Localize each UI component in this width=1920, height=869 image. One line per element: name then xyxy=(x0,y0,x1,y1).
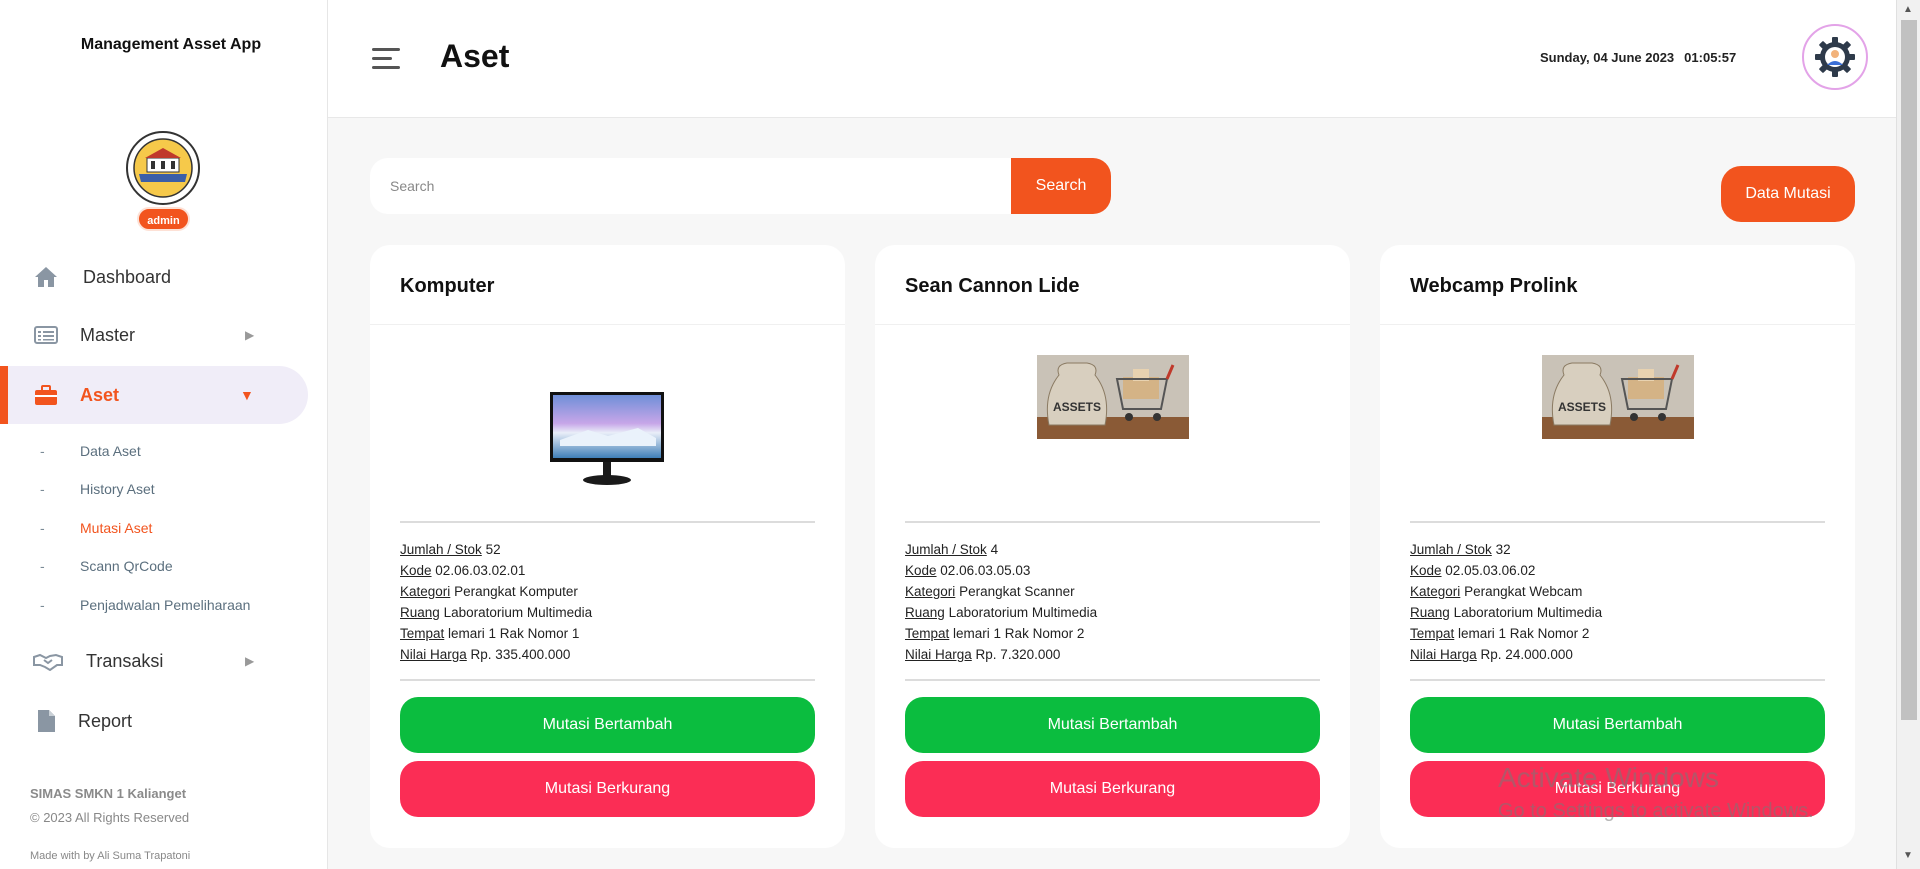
detail-ruang: Ruang Laboratorium Multimedia xyxy=(1410,605,1603,620)
sidebar-item-label: Aset xyxy=(80,384,120,405)
assets-bag-image: ASSETS xyxy=(1542,355,1694,439)
asset-details: Jumlah / Stok 32 Kode 02.05.03.06.02 Kat… xyxy=(1410,539,1602,665)
asset-card: Sean Cannon Lide ASSETS Jumlah / Stok 4 … xyxy=(875,245,1350,848)
search-input[interactable] xyxy=(370,158,1013,214)
card-title: Sean Cannon Lide xyxy=(905,275,1080,297)
footer-copyright: © 2023 All Rights Reserved xyxy=(30,810,190,825)
detail-nilai: Nilai Harga Rp. 7.320.000 xyxy=(905,647,1061,662)
top-header: Aset Sunday, 04 June 2023 01:05:57 xyxy=(328,0,1896,118)
footer-made-with: Made with by Ali Suma Trapatoni xyxy=(30,850,191,862)
detail-jumlah: Jumlah / Stok 4 xyxy=(905,542,999,557)
detail-ruang: Ruang Laboratorium Multimedia xyxy=(400,605,593,620)
vertical-scrollbar[interactable]: ▲ ▼ xyxy=(1896,0,1920,869)
mutasi-berkurang-button[interactable]: Mutasi Berkurang xyxy=(1410,761,1825,817)
sidebar: Management Asset App admin Dashboard Mas… xyxy=(0,0,328,869)
data-mutasi-button[interactable]: Data Mutasi xyxy=(1721,166,1855,222)
avatar[interactable] xyxy=(1802,24,1868,90)
sidebar-item-master[interactable]: Master ▶ xyxy=(0,306,328,364)
search-button[interactable]: Search xyxy=(1011,158,1111,214)
chevron-down-icon: ▼ xyxy=(240,387,254,403)
card-title: Webcamp Prolink xyxy=(1410,275,1578,297)
briefcase-icon xyxy=(33,382,59,408)
hamburger-menu-icon[interactable] xyxy=(372,48,400,72)
detail-ruang: Ruang Laboratorium Multimedia xyxy=(905,605,1098,620)
submenu-label: Penjadwalan Pemeliharaan xyxy=(80,597,251,613)
detail-tempat: Tempat lemari 1 Rak Nomor 2 xyxy=(1410,626,1590,641)
submenu-label: Mutasi Aset xyxy=(80,520,153,536)
detail-tempat: Tempat lemari 1 Rak Nomor 1 xyxy=(400,626,580,641)
svg-text:ASSETS: ASSETS xyxy=(1558,400,1606,414)
mutasi-bertambah-button[interactable]: Mutasi Bertambah xyxy=(1410,697,1825,753)
divider xyxy=(905,521,1320,523)
asset-card: Komputer Jumlah / Stok 52 Kode 02.06.03.… xyxy=(370,245,845,848)
list-icon xyxy=(33,322,59,348)
mutasi-bertambah-button[interactable]: Mutasi Bertambah xyxy=(400,697,815,753)
detail-kode: Kode 02.06.03.05.03 xyxy=(905,563,1031,578)
asset-details: Jumlah / Stok 52 Kode 02.06.03.02.01 Kat… xyxy=(400,539,592,665)
monitor-image xyxy=(550,392,664,485)
scroll-thumb[interactable] xyxy=(1901,20,1917,720)
submenu-label: Data Aset xyxy=(80,443,141,459)
search-box xyxy=(370,158,1013,214)
sidebar-item-aset[interactable]: Aset ▼ xyxy=(0,366,308,424)
detail-nilai: Nilai Harga Rp. 335.400.000 xyxy=(400,647,571,662)
mutasi-berkurang-button[interactable]: Mutasi Berkurang xyxy=(905,761,1320,817)
scroll-down-icon[interactable]: ▼ xyxy=(1903,850,1913,861)
datetime-display: Sunday, 04 June 2023 01:05:57 xyxy=(1540,50,1736,65)
asset-card: Webcamp Prolink ASSETS Jumlah / Stok 32 … xyxy=(1380,245,1855,848)
detail-tempat: Tempat lemari 1 Rak Nomor 2 xyxy=(905,626,1085,641)
app-title: Management Asset App xyxy=(80,36,262,53)
detail-kode: Kode 02.05.03.06.02 xyxy=(1410,563,1536,578)
date-text: Sunday, 04 June 2023 xyxy=(1540,50,1675,65)
divider xyxy=(1410,521,1825,523)
mutasi-berkurang-button[interactable]: Mutasi Berkurang xyxy=(400,761,815,817)
sidebar-item-report[interactable]: Report xyxy=(0,692,328,750)
gear-user-icon xyxy=(1815,37,1855,77)
asset-details: Jumlah / Stok 4 Kode 02.06.03.05.03 Kate… xyxy=(905,539,1097,665)
school-logo xyxy=(126,131,200,205)
divider xyxy=(400,521,815,523)
card-title: Komputer xyxy=(400,275,495,297)
submenu-label: History Aset xyxy=(80,481,155,497)
sidebar-item-label: Report xyxy=(78,710,133,731)
detail-jumlah: Jumlah / Stok 32 xyxy=(1410,542,1511,557)
role-badge: admin xyxy=(137,207,190,231)
detail-kode: Kode 02.06.03.02.01 xyxy=(400,563,526,578)
detail-kategori: Kategori Perangkat Webcam xyxy=(1410,584,1583,599)
home-icon xyxy=(33,264,59,290)
sidebar-item-dashboard[interactable]: Dashboard xyxy=(0,248,328,306)
detail-jumlah: Jumlah / Stok 52 xyxy=(400,542,501,557)
divider xyxy=(905,679,1320,681)
page-title: Aset xyxy=(440,38,510,74)
divider xyxy=(400,679,815,681)
sidebar-item-label: Transaksi xyxy=(86,650,164,671)
divider xyxy=(1410,679,1825,681)
detail-kategori: Kategori Perangkat Komputer xyxy=(400,584,578,599)
chevron-right-icon: ▶ xyxy=(245,654,255,668)
detail-kategori: Kategori Perangkat Scanner xyxy=(905,584,1075,599)
divider xyxy=(370,324,845,325)
chevron-right-icon: ▶ xyxy=(245,328,255,342)
divider xyxy=(1380,324,1855,325)
footer-brand: SIMAS SMKN 1 Kalianget xyxy=(30,786,187,801)
time-text: 01:05:57 xyxy=(1684,50,1737,65)
submenu-label: Scann QrCode xyxy=(80,558,173,574)
svg-text:ASSETS: ASSETS xyxy=(1053,400,1101,414)
sidebar-item-label: Dashboard xyxy=(83,266,172,287)
file-icon xyxy=(33,708,59,734)
sidebar-item-label: Master xyxy=(80,324,136,345)
detail-nilai: Nilai Harga Rp. 24.000.000 xyxy=(1410,647,1573,662)
sidebar-item-transaksi[interactable]: Transaksi ▶ xyxy=(0,632,328,690)
divider xyxy=(875,324,1350,325)
mutasi-bertambah-button[interactable]: Mutasi Bertambah xyxy=(905,697,1320,753)
assets-bag-image: ASSETS xyxy=(1037,355,1189,439)
handshake-icon xyxy=(33,648,63,674)
scroll-up-icon[interactable]: ▲ xyxy=(1903,4,1913,15)
